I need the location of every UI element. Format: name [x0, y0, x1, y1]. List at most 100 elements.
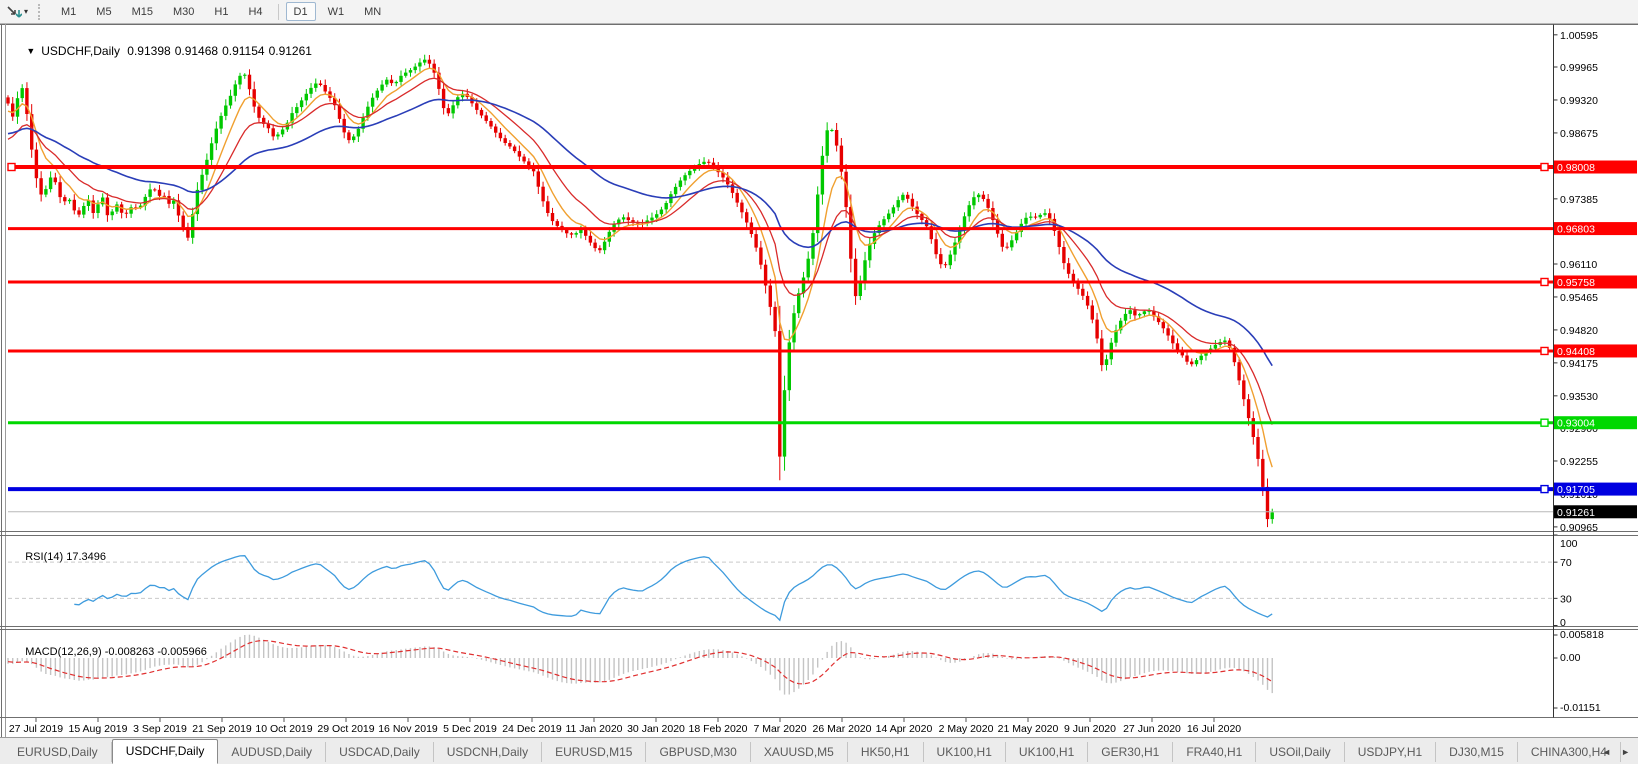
tab-scroll-controls: ◄ ►	[1602, 748, 1630, 757]
timeframe-button-h4[interactable]: H4	[240, 2, 270, 21]
price-tag-0.96803-label: 0.96803	[1557, 224, 1595, 236]
price-tick-label: 0.90965	[1560, 522, 1598, 534]
date-label: 18 Feb 2020	[689, 723, 748, 735]
chart-tab-usdjpy-h1[interactable]: USDJPY,H1	[1345, 742, 1436, 762]
date-label: 5 Dec 2019	[443, 723, 497, 735]
price-tick-label: 1.00595	[1560, 30, 1598, 42]
timeframe-button-m1[interactable]: M1	[53, 2, 84, 21]
chart-tab-uk100-h1[interactable]: UK100,H1	[1006, 742, 1088, 762]
price-tag-0.94408-label: 0.94408	[1557, 346, 1595, 358]
macd-scale-label: 0.005818	[1560, 629, 1604, 641]
chart-tab-usdcad-daily[interactable]: USDCAD,Daily	[326, 742, 434, 762]
tab-scroll-right-icon[interactable]: ►	[1621, 748, 1630, 757]
rsi-value: 17.3496	[66, 551, 106, 563]
price-tag-0.95758-label: 0.95758	[1557, 277, 1595, 289]
chart-tab-usdchf-daily[interactable]: USDCHF,Daily	[112, 739, 219, 764]
chart-tab-xauusd-m5[interactable]: XAUUSD,M5	[751, 742, 848, 762]
timeframe-button-m5[interactable]: M5	[88, 2, 119, 21]
chart-tab-eurusd-m15[interactable]: EURUSD,M15	[542, 742, 646, 762]
chart-tab-usdcnh-daily[interactable]: USDCNH,Daily	[434, 742, 542, 762]
date-label: 9 Jun 2020	[1064, 723, 1116, 735]
macd-scale-label: -0.01151	[1560, 702, 1601, 714]
chart-title-symbol: USDCHF,Daily	[41, 44, 120, 58]
price-tick-label: 0.97385	[1560, 194, 1598, 206]
symbol-dropdown-icon[interactable]: ▼	[26, 46, 35, 56]
date-label: 7 Mar 2020	[753, 723, 806, 735]
chart-header: ▼ USDCHF,Daily 0.91398 0.91468 0.91154 0.912…	[13, 30, 316, 72]
price-tick-label: 0.99965	[1560, 62, 1598, 74]
macd-scale-label: 0.00	[1560, 652, 1581, 664]
chart-tab-ger30-h1[interactable]: GER30,H1	[1088, 742, 1173, 762]
timeframe-button-mn[interactable]: MN	[356, 2, 389, 21]
hline-handle-right-0.91705[interactable]	[1541, 486, 1548, 493]
chart-tab-dj30-m15[interactable]: DJ30,M15	[1436, 742, 1518, 762]
date-label: 27 Jun 2020	[1123, 723, 1181, 735]
ohlc-open: 0.91398	[127, 44, 170, 58]
price-tick-label: 0.94820	[1560, 325, 1598, 337]
price-tick-label: 0.99320	[1560, 95, 1598, 107]
date-label: 2 May 2020	[939, 723, 994, 735]
chart-tab-gbpusd-m30[interactable]: GBPUSD,M30	[646, 742, 750, 762]
rsi-scale-label: 30	[1560, 593, 1572, 605]
date-label: 16 Jul 2020	[1187, 723, 1241, 735]
price-tick-label: 0.92255	[1560, 456, 1598, 468]
timeframe-button-h1[interactable]: H1	[206, 2, 236, 21]
hline-handle-left-0.98008[interactable]	[8, 164, 15, 171]
timeframe-button-m15[interactable]: M15	[124, 2, 161, 21]
chart-tabs: EURUSD,DailyUSDCHF,DailyAUDUSD,DailyUSDC…	[0, 739, 1621, 764]
hline-handle-right-0.98008[interactable]	[1541, 164, 1548, 171]
chart-background	[0, 23, 1638, 764]
date-label: 11 Jan 2020	[565, 723, 622, 735]
hline-handle-right-0.93004[interactable]	[1541, 419, 1548, 426]
chart-tab-eurusd-daily[interactable]: EURUSD,Daily	[4, 742, 112, 762]
date-label: 14 Apr 2020	[876, 723, 933, 735]
chart-tab-fra40-h1[interactable]: FRA40,H1	[1173, 742, 1256, 762]
macd-indicator-label: MACD(12,26,9) -0.008263 -0.005966	[13, 634, 207, 670]
toolbar-dropdown-caret[interactable]: ▾	[24, 7, 28, 16]
date-label: 27 Jul 2019	[9, 723, 63, 735]
price-tag-0.91705-label: 0.91705	[1557, 484, 1595, 496]
ohlc-high: 0.91468	[175, 44, 218, 58]
rsi-scale-label: 100	[1560, 538, 1578, 550]
date-label: 16 Nov 2019	[378, 723, 438, 735]
chart-tab-uk100-h1[interactable]: UK100,H1	[924, 742, 1006, 762]
toolbar-grip[interactable]	[38, 4, 45, 20]
chart-type-icon[interactable]	[4, 3, 24, 21]
hline-handle-right-0.95758[interactable]	[1541, 278, 1548, 285]
rsi-scale-label: 70	[1560, 557, 1572, 569]
timeframe-button-group: M1M5 M15M30H1H4 D1W1MN	[51, 2, 391, 21]
price-tick-label: 0.95465	[1560, 292, 1598, 304]
macd-values: -0.008263 -0.005966	[105, 646, 207, 658]
toolbar: ▾ M1M5 M15M30H1H4 D1W1MN	[0, 0, 1638, 24]
tab-scroll-left-icon[interactable]: ◄	[1602, 748, 1611, 757]
price-tick-label: 0.98675	[1560, 128, 1598, 140]
date-label: 10 Oct 2019	[255, 723, 312, 735]
hline-handle-right-0.94408[interactable]	[1541, 347, 1548, 354]
chart-tab-usoil-daily[interactable]: USOil,Daily	[1256, 742, 1344, 762]
timeframe-button-d1[interactable]: D1	[286, 2, 316, 21]
date-label: 30 Jan 2020	[627, 723, 685, 735]
ohlc-low: 0.91154	[222, 44, 265, 58]
rsi-name: RSI(14)	[25, 551, 63, 563]
mt4-window: ▾ M1M5 M15M30H1H4 D1W1MN 1.00595 0.99965 0.9…	[0, 0, 1638, 764]
date-label: 21 May 2020	[998, 723, 1059, 735]
rsi-scale-label: 0	[1560, 617, 1566, 629]
macd-name: MACD(12,26,9)	[25, 646, 101, 658]
toolbar-separator	[278, 4, 279, 20]
date-label: 29 Oct 2019	[317, 723, 374, 735]
price-tag-0.98008-label: 0.98008	[1557, 162, 1595, 174]
rsi-indicator-label: RSI(14) 17.3496	[13, 539, 106, 575]
price-tag-0.93004-label: 0.93004	[1557, 418, 1595, 430]
price-tick-label: 0.96110	[1560, 259, 1597, 271]
timeframe-button-m30[interactable]: M30	[165, 2, 202, 21]
timeframe-button-w1[interactable]: W1	[320, 2, 353, 21]
price-chart-canvas[interactable]: 1.00595 0.99965 0.99320 0.98675 0.97385 0.961…	[0, 0, 1638, 764]
chart-tab-hk50-h1[interactable]: HK50,H1	[848, 742, 924, 762]
ohlc-close: 0.91261	[269, 44, 312, 58]
date-label: 26 Mar 2020	[813, 723, 872, 735]
date-label: 21 Sep 2019	[192, 723, 252, 735]
date-label: 3 Sep 2019	[133, 723, 187, 735]
price-tick-label: 0.94175	[1560, 358, 1598, 370]
chart-tab-bar: EURUSD,DailyUSDCHF,DailyAUDUSD,DailyUSDC…	[0, 737, 1638, 764]
chart-tab-audusd-daily[interactable]: AUDUSD,Daily	[218, 742, 326, 762]
